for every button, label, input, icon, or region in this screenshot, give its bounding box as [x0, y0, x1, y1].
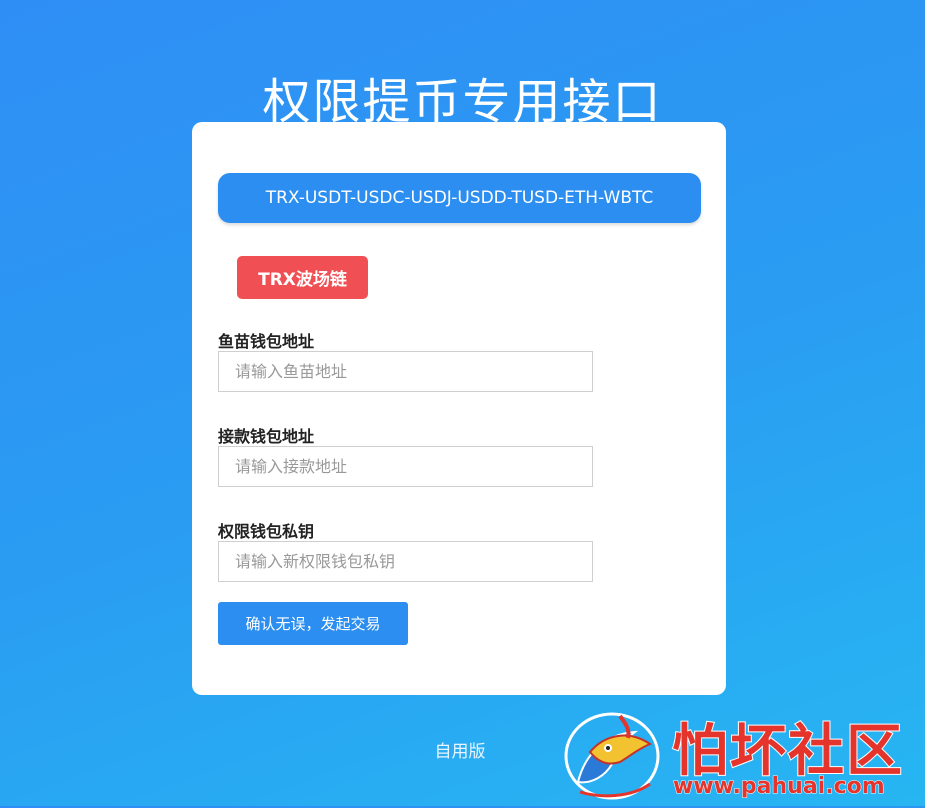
fish-wallet-address-label: 鱼苗钱包地址: [218, 332, 315, 351]
supported-tokens-banner: TRX-USDT-USDC-USDJ-USDD-TUSD-ETH-WBTC: [218, 173, 701, 223]
footer-version-text: 自用版: [434, 742, 486, 762]
watermark: 怕坏社区 www.pahuai.com: [560, 704, 920, 804]
permission-wallet-private-key-label: 权限钱包私钥: [218, 522, 315, 541]
form-card: TRX-USDT-USDC-USDJ-USDD-TUSD-ETH-WBTC TR…: [192, 122, 726, 695]
watermark-site-url: www.pahuai.com: [673, 774, 886, 800]
fish-logo-icon: [560, 704, 665, 804]
chain-badge: TRX波场链: [237, 256, 368, 299]
receiving-wallet-address-label: 接款钱包地址: [218, 427, 315, 446]
receiving-wallet-address-input[interactable]: [218, 446, 593, 487]
confirm-transaction-button[interactable]: 确认无误，发起交易: [218, 602, 408, 645]
fish-wallet-address-input[interactable]: [218, 351, 593, 392]
permission-wallet-private-key-input[interactable]: [218, 541, 593, 582]
